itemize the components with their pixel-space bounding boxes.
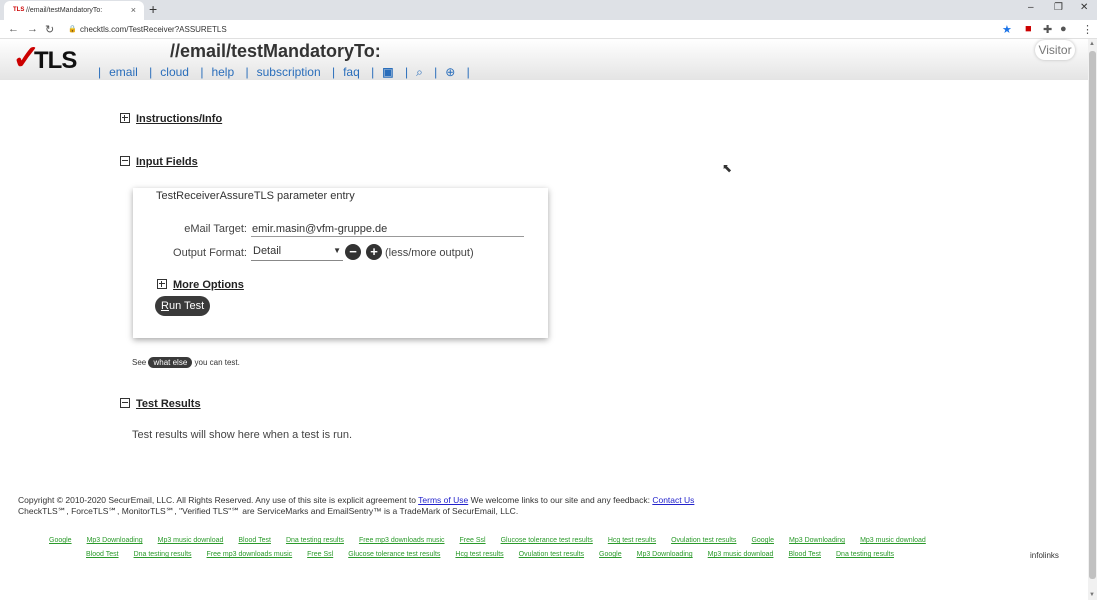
ad-link[interactable]: Blood Test <box>86 551 119 558</box>
contact-link[interactable]: Contact Us <box>652 495 694 505</box>
ad-link[interactable]: Google <box>49 537 72 544</box>
main-nav: | email | cloud | help | subscription | faq |… <box>98 65 470 79</box>
nav-email[interactable]: email <box>109 65 138 79</box>
ad-link[interactable]: Google <box>599 551 622 558</box>
menu-icon[interactable]: ⋮ <box>1082 23 1093 36</box>
scroll-down-icon[interactable]: ▼ <box>1089 592 1095 598</box>
email-target-input[interactable] <box>251 221 524 237</box>
ad-link[interactable]: Free mp3 downloads music <box>359 537 445 544</box>
ad-link[interactable]: Ovulation test results <box>519 551 584 558</box>
less-output-button[interactable]: − <box>345 244 361 260</box>
more-output-button[interactable]: + <box>366 244 382 260</box>
less-more-label: (less/more output) <box>385 247 474 259</box>
profile-icon[interactable]: ● <box>1060 23 1067 35</box>
scroll-up-icon[interactable]: ▲ <box>1089 41 1095 47</box>
visitor-button[interactable]: Visitor <box>1035 40 1075 60</box>
reload-icon[interactable]: ↻ <box>45 23 54 36</box>
ad-link[interactable]: Mp3 music download <box>708 551 774 558</box>
window-close-icon[interactable]: ✕ <box>1080 2 1088 13</box>
infolinks-label[interactable]: infolinks <box>1030 551 1059 560</box>
ad-link[interactable]: Free mp3 downloads music <box>207 551 293 558</box>
chevron-down-icon: ▼ <box>333 246 341 255</box>
expand-icon <box>120 113 130 123</box>
nav-subscription[interactable]: subscription <box>257 65 321 79</box>
run-test-button[interactable]: Run Test <box>155 296 211 316</box>
browser-tabstrip: TLS //email/testMandatoryTo: × + – ❐ ✕ <box>0 0 1097 20</box>
ad-link[interactable]: Dna testing results <box>836 551 894 558</box>
search-icon[interactable]: ⌕ <box>416 65 423 79</box>
browser-toolbar: ← → ↻ 🔒 checktls.com/TestReceiver?ASSURE… <box>0 20 1097 39</box>
format-label: Output Format: <box>173 247 247 259</box>
copyright: Copyright © 2010-2020 SecurEmail, LLC. A… <box>18 495 695 516</box>
ad-link[interactable]: Mp3 Downloading <box>637 551 693 558</box>
extension-icon[interactable]: ■ <box>1025 23 1032 35</box>
ad-link[interactable]: Mp3 music download <box>860 537 926 544</box>
browser-tab[interactable]: TLS //email/testMandatoryTo: × <box>4 1 144 20</box>
email-label: eMail Target: <box>184 223 247 235</box>
nav-cloud[interactable]: cloud <box>160 65 189 79</box>
mouse-cursor-icon: ⬉ <box>722 161 733 175</box>
tab-title: //email/testMandatoryTo: <box>26 7 103 14</box>
ad-link[interactable]: Mp3 music download <box>158 537 224 544</box>
panel-title: TestReceiverAssureTLS parameter entry <box>156 190 355 202</box>
site-favicon-icon: TLS <box>13 7 25 13</box>
results-placeholder: Test results will show here when a test … <box>132 429 353 441</box>
ad-link[interactable]: Mp3 Downloading <box>87 537 143 544</box>
expand-icon <box>157 279 167 289</box>
nav-faq[interactable]: faq <box>343 65 360 79</box>
what-else-button[interactable]: what else <box>148 357 193 368</box>
scroll-thumb[interactable] <box>1089 51 1096 579</box>
address-url: checktls.com/TestReceiver?ASSURETLS <box>80 25 227 34</box>
nav-help[interactable]: help <box>211 65 234 79</box>
ad-link[interactable]: Dna testing results <box>286 537 344 544</box>
minimize-icon[interactable]: – <box>1028 2 1034 13</box>
restore-icon[interactable]: ❐ <box>1054 2 1063 13</box>
address-bar[interactable]: 🔒 checktls.com/TestReceiver?ASSURETLS <box>64 22 994 37</box>
ad-link[interactable]: Dna testing results <box>134 551 192 558</box>
ad-link[interactable]: Blood Test <box>238 537 271 544</box>
ad-link[interactable]: Free Ssl <box>307 551 333 558</box>
lock-icon: 🔒 <box>68 26 77 33</box>
more-options-toggle[interactable]: More Options <box>157 279 244 291</box>
checktls-logo[interactable]: ✓ TLS <box>12 41 77 77</box>
tab-close-icon[interactable]: × <box>131 5 136 15</box>
forward-icon[interactable]: → <box>27 23 38 35</box>
ad-links-row-2: Blood Test Dna testing results Free mp3 do… <box>86 551 909 558</box>
id-card-icon[interactable]: ▣ <box>382 65 393 79</box>
site-header: ✓ TLS //email/testMandatoryTo: | email | c… <box>0 39 1088 80</box>
see-what-else: See what else you can test. <box>132 357 240 368</box>
collapse-icon <box>120 156 130 166</box>
puzzle-icon[interactable]: ✚ <box>1043 23 1052 36</box>
ad-link[interactable]: Hcg test results <box>608 537 656 544</box>
ad-link[interactable]: Google <box>751 537 774 544</box>
ad-link[interactable]: Glucose tolerance test results <box>501 537 593 544</box>
page-title: //email/testMandatoryTo: <box>170 41 381 61</box>
section-test-results[interactable]: Test Results <box>120 398 201 410</box>
back-icon[interactable]: ← <box>8 23 19 35</box>
input-panel: TestReceiverAssureTLS parameter entry eM… <box>133 188 548 338</box>
bookmark-star-icon[interactable]: ★ <box>1002 23 1012 36</box>
collapse-icon <box>120 398 130 408</box>
section-input-fields[interactable]: Input Fields <box>120 156 198 168</box>
page-scrollbar[interactable]: ▲ ▼ <box>1088 39 1097 600</box>
globe-icon[interactable]: ⊕ <box>445 65 455 79</box>
logo-text: TLS <box>34 47 77 74</box>
terms-link[interactable]: Terms of Use <box>418 495 468 505</box>
ad-link[interactable]: Free Ssl <box>460 537 486 544</box>
ad-link[interactable]: Mp3 Downloading <box>789 537 845 544</box>
ad-link[interactable]: Blood Test <box>788 551 821 558</box>
ad-links-row-1: Google Mp3 Downloading Mp3 music download B… <box>49 537 941 544</box>
ad-link[interactable]: Hcg test results <box>455 551 503 558</box>
ad-link[interactable]: Ovulation test results <box>671 537 736 544</box>
ad-link[interactable]: Glucose tolerance test results <box>348 551 440 558</box>
section-instructions[interactable]: Instructions/Info <box>120 113 222 125</box>
new-tab-icon[interactable]: + <box>149 1 157 17</box>
output-format-select[interactable]: Detail ▼ <box>251 245 343 261</box>
